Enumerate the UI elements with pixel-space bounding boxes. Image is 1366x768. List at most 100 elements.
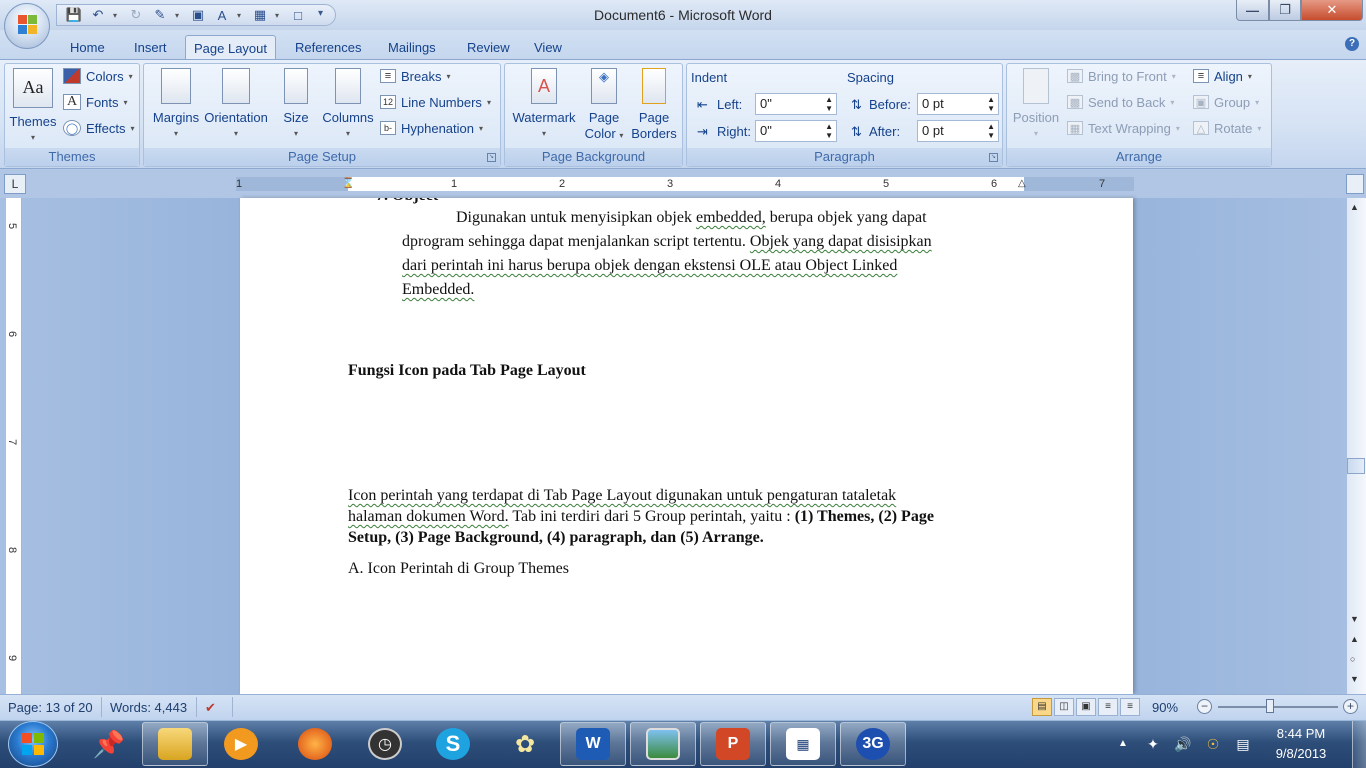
scroll-up-icon[interactable]: ▲ — [1350, 202, 1359, 212]
tab-review[interactable]: Review — [459, 35, 518, 60]
group-label-page-setup: Page Setup — [144, 148, 500, 166]
pin-tray-icon[interactable]: ✦ — [1144, 735, 1162, 753]
margins-button[interactable]: Margins ▾ — [148, 68, 204, 142]
text-wrapping-button[interactable]: ▦ Text Wrapping ▾ — [1067, 118, 1180, 138]
volume-icon[interactable]: 🔊 — [1174, 735, 1192, 753]
page-setup-launcher-icon[interactable]: ↘ — [487, 153, 496, 162]
taskbar-picture[interactable] — [630, 722, 696, 766]
network-globe-icon[interactable]: ☉ — [1204, 735, 1222, 753]
maximize-button[interactable]: ❐ — [1269, 0, 1301, 21]
fonts-button[interactable]: A Fonts ▾ — [63, 92, 128, 112]
browse-object-icon[interactable]: ○ — [1350, 654, 1355, 664]
close-button[interactable]: ✕ — [1301, 0, 1363, 21]
taskbar-calendar[interactable]: ▦ — [770, 722, 836, 766]
bring-to-front-button[interactable]: ▩ Bring to Front ▾ — [1067, 66, 1176, 86]
view-ruler-icon[interactable] — [1346, 174, 1364, 194]
pushpin-icon: 📌 — [92, 728, 126, 759]
draft-view-icon[interactable]: ≡ — [1120, 698, 1140, 716]
group-paragraph: Indent Spacing ⇤ Left: 0" ▲ ▼ ⇥ Right: 0"… — [686, 63, 1003, 167]
rotate-button[interactable]: △ Rotate ▾ — [1193, 118, 1261, 138]
proofing-icon[interactable]: ✔ — [205, 700, 216, 716]
indent-right-input[interactable]: 0" ▲ ▼ — [755, 120, 837, 142]
indent-left-spinner-icon[interactable]: ▲ ▼ — [825, 95, 833, 113]
clock-date[interactable]: 9/8/2013 — [1268, 746, 1334, 761]
paragraph-launcher-icon[interactable]: ↘ — [989, 153, 998, 162]
word-count[interactable]: Words: 4,443 — [110, 700, 187, 715]
help-icon[interactable]: ? — [1345, 37, 1359, 51]
outline-view-icon[interactable]: ≡ — [1098, 698, 1118, 716]
zoom-level[interactable]: 90% — [1152, 700, 1178, 715]
paragraph-line: Setup, (3) Page Background, (4) paragrap… — [348, 529, 764, 546]
size-button[interactable]: Size ▾ — [276, 68, 316, 142]
watermark-button[interactable]: A Watermark ▾ — [509, 68, 579, 142]
page-count[interactable]: Page: 13 of 20 — [8, 700, 93, 715]
hyphenation-button[interactable]: b- Hyphenation ▾ — [380, 118, 483, 138]
web-layout-icon[interactable]: ▣ — [1076, 698, 1096, 716]
group-label-arrange: Arrange — [1007, 148, 1271, 166]
next-page-icon[interactable]: ▼ — [1350, 674, 1359, 684]
horizontal-ruler[interactable]: 1 1 2 3 4 5 6 7 ⌛ △ — [236, 177, 1134, 191]
zoom-slider-thumb[interactable] — [1266, 699, 1274, 713]
folder-icon — [158, 728, 192, 760]
taskbar-skype[interactable]: S — [420, 722, 486, 766]
spacing-after-input[interactable]: 0 pt ▲ ▼ — [917, 120, 999, 142]
taskbar-explorer[interactable] — [142, 722, 208, 766]
ruler-number: 7 — [1099, 178, 1106, 190]
document-page[interactable]: 7. Object Digunakan untuk menyisipkan ob… — [240, 198, 1133, 694]
send-to-back-button[interactable]: ▩ Send to Back ▾ — [1067, 92, 1174, 112]
colors-button[interactable]: Colors ▾ — [63, 66, 133, 86]
zoom-out-icon[interactable]: − — [1197, 699, 1212, 714]
taskbar-powerpoint[interactable]: P — [700, 722, 766, 766]
orientation-button[interactable]: Orientation ▾ — [204, 68, 268, 142]
tab-view[interactable]: View — [526, 35, 570, 60]
tab-mailings[interactable]: Mailings — [380, 35, 444, 60]
zoom-in-icon[interactable]: + — [1343, 699, 1358, 714]
list-item-heading: 7. Object — [376, 198, 438, 208]
spacing-before-input[interactable]: 0 pt ▲ ▼ — [917, 93, 999, 115]
vertical-scrollbar[interactable]: ▲ ▼ ▲ ○ ▼ — [1346, 198, 1366, 694]
taskbar-media[interactable]: ▶ — [208, 722, 274, 766]
spacing-before-spinner-icon[interactable]: ▲ ▼ — [987, 95, 995, 113]
vertical-ruler[interactable]: 5 6 7 8 9 — [6, 198, 22, 694]
spacing-after-spinner-icon[interactable]: ▲ ▼ — [987, 122, 995, 140]
send-to-back-icon: ▩ — [1067, 95, 1083, 109]
previous-page-icon[interactable]: ▲ — [1350, 634, 1359, 644]
left-indent-marker-icon[interactable]: ⌛ — [342, 177, 354, 191]
tab-home[interactable]: Home — [62, 35, 113, 60]
taskbar-word[interactable]: W — [560, 722, 626, 766]
page-color-button[interactable]: ◈ Page Color ▾ — [583, 68, 625, 144]
taskbar-3g[interactable]: 3G — [840, 722, 906, 766]
full-screen-reading-icon[interactable]: ◫ — [1054, 698, 1074, 716]
themes-button[interactable]: Aa Themes ▾ — [7, 68, 59, 146]
print-layout-view-icon[interactable]: ▤ — [1032, 698, 1052, 716]
align-button[interactable]: ≡ Align ▾ — [1193, 66, 1252, 86]
effects-button[interactable]: ◯ Effects ▾ — [63, 118, 135, 138]
columns-button[interactable]: Columns ▾ — [322, 68, 374, 142]
taskbar-clock[interactable]: ◷ — [352, 722, 418, 766]
taskbar-firefox[interactable] — [282, 722, 348, 766]
tab-insert[interactable]: Insert — [126, 35, 175, 60]
scroll-down-icon[interactable]: ▼ — [1350, 614, 1359, 624]
clock-time[interactable]: 8:44 PM — [1268, 726, 1334, 741]
show-hidden-icons-icon[interactable]: ▲ — [1114, 735, 1132, 753]
indent-right-spinner-icon[interactable]: ▲ ▼ — [825, 122, 833, 140]
taskbar-flower[interactable]: ✿ — [492, 722, 558, 766]
position-button[interactable]: Position ▾ — [1009, 68, 1063, 142]
taskbar-pin[interactable]: 📌 — [76, 722, 142, 766]
page-borders-button[interactable]: Page Borders — [629, 68, 679, 142]
tab-references[interactable]: References — [287, 35, 369, 60]
line-numbers-button[interactable]: 12 Line Numbers ▾ — [380, 92, 491, 112]
zoom-slider[interactable] — [1218, 706, 1338, 708]
minimize-button[interactable]: — — [1236, 0, 1269, 21]
breaks-button[interactable]: ≡ Breaks ▾ — [380, 66, 450, 86]
ruler-number: 4 — [775, 178, 782, 190]
network-icon[interactable]: ▤ — [1234, 735, 1252, 753]
show-desktop-button[interactable] — [1352, 721, 1366, 768]
scrollbar-thumb[interactable] — [1347, 458, 1365, 474]
right-indent-marker-icon[interactable]: △ — [1018, 177, 1026, 191]
tab-selector-icon[interactable]: L — [4, 174, 26, 194]
group-button[interactable]: ▣ Group ▾ — [1193, 92, 1259, 112]
office-button[interactable] — [4, 3, 50, 49]
tab-page-layout[interactable]: Page Layout — [185, 35, 277, 60]
indent-left-input[interactable]: 0" ▲ ▼ — [755, 93, 837, 115]
